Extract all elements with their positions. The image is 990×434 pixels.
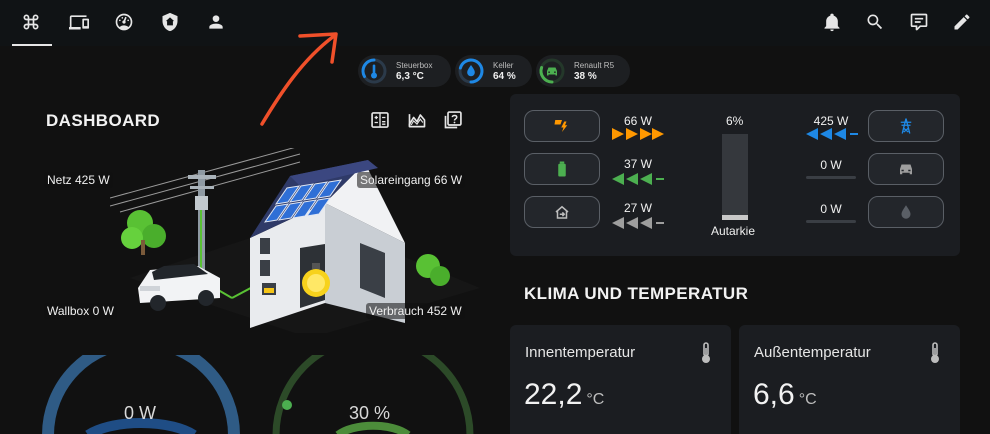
thermometer-icon (702, 342, 710, 363)
top-app-bar (0, 0, 990, 46)
tab-person[interactable] (196, 0, 236, 44)
solar-calc-button[interactable] (369, 109, 391, 131)
battery-flow-arrows (612, 173, 664, 185)
battery-flow-value: 37 W (623, 157, 652, 171)
chip-renault-r5[interactable]: Renault R5 38 % (536, 55, 630, 87)
car-icon (900, 164, 912, 175)
grid-flow-arrows (806, 128, 858, 140)
energy-chart-button[interactable] (406, 109, 428, 131)
chip-steuerbox[interactable]: Steuerbox 6,3 °C (358, 55, 451, 87)
grid-flow-value: 425 W (813, 114, 849, 128)
notifications-button[interactable] (812, 0, 852, 44)
grid-pill[interactable] (868, 110, 944, 142)
klima-section-title: KLIMA UND TEMPERATUR (524, 284, 749, 303)
thermometer-icon (361, 58, 387, 84)
solar-calc-icon (371, 112, 389, 128)
home-shield-icon (162, 12, 178, 32)
bell-icon (824, 13, 840, 32)
battery-icon (558, 161, 566, 177)
home-pill[interactable] (524, 196, 600, 228)
outdoor-temperature-value: 6,6 °C (753, 378, 817, 412)
indoor-temperature-value: 22,2 °C (524, 378, 604, 412)
solar-pill[interactable] (524, 110, 600, 142)
thermometer-icon (931, 342, 939, 363)
outdoor-temperature-card[interactable]: Außentemperatur 6,6 °C (739, 325, 960, 434)
solar-input-label: Solareingang 66 W (357, 172, 466, 188)
battery-gauge-value: 30 % (349, 403, 391, 423)
gauge-icon (115, 13, 133, 31)
dashboard-title: DASHBOARD (46, 111, 161, 130)
home-import-icon (555, 205, 569, 219)
wallbox-power-label: Wallbox 0 W (44, 303, 117, 319)
transmission-tower-icon (900, 118, 912, 134)
command-icon (23, 14, 39, 30)
autarkie-bar-fill (722, 215, 748, 220)
water-pill[interactable] (868, 196, 944, 228)
pencil-icon (954, 14, 970, 30)
indoor-temperature-card[interactable]: Innentemperatur 22,2 °C (510, 325, 731, 434)
car-flow-track (806, 176, 856, 179)
indoor-temperature-unit: °C (586, 391, 605, 408)
car-pill[interactable] (868, 153, 944, 185)
person-icon (209, 15, 223, 29)
solar-flow-arrows (612, 128, 664, 140)
chip-gauge-ring (538, 57, 566, 85)
outdoor-temperature-unit: °C (798, 391, 817, 408)
chip-value: 64 % (493, 71, 516, 82)
solar-power-icon (554, 120, 568, 132)
help-box-icon (444, 111, 462, 129)
outdoor-temperature-number: 6,6 (753, 378, 795, 411)
help-button[interactable] (442, 109, 464, 131)
devices-icon (69, 15, 89, 30)
search-button[interactable] (855, 0, 895, 44)
home-flow-arrows (612, 217, 664, 229)
car-icon (539, 58, 565, 84)
autarkie-label: Autarkie (711, 224, 756, 238)
chip-value: 6,3 °C (396, 71, 424, 82)
water-flow-value: 0 W (820, 202, 842, 216)
chip-gauge-ring (360, 57, 388, 85)
chat-icon (910, 13, 928, 31)
chip-label: Keller (493, 61, 514, 70)
indoor-temperature-label: Innentemperatur (525, 344, 636, 361)
autarkie-percent: 6% (726, 114, 744, 128)
grid-power-label: Netz 425 W (44, 172, 113, 188)
water-drop-icon (901, 205, 911, 219)
water-drop-icon (458, 58, 484, 84)
outdoor-temperature-label: Außentemperatur (754, 344, 871, 361)
indoor-temperature-number: 22,2 (524, 378, 583, 411)
tab-gauge[interactable] (104, 0, 144, 44)
chip-label: Steuerbox (396, 61, 433, 70)
chip-gauge-ring (457, 57, 485, 85)
car-flow-value: 0 W (820, 158, 842, 172)
tab-home-security[interactable] (150, 0, 190, 44)
autarkie-bar (722, 134, 748, 220)
edit-button[interactable] (942, 0, 982, 44)
water-flow-track (806, 220, 856, 223)
battery-pill[interactable] (524, 153, 600, 185)
chip-keller[interactable]: Keller 64 % (455, 55, 532, 87)
assist-button[interactable] (899, 0, 939, 44)
tab-command[interactable] (11, 0, 52, 46)
tab-devices[interactable] (59, 0, 99, 44)
chart-area-icon (408, 114, 426, 128)
chip-label: Renault R5 (574, 61, 615, 70)
consumption-label: Verbrauch 452 W (366, 303, 465, 319)
annotation-arrow (260, 32, 338, 126)
chip-value: 38 % (574, 71, 597, 82)
home-flow-value: 27 W (623, 201, 652, 215)
solar-flow-value: 66 W (623, 114, 652, 128)
wallbox-gauge-value: 0 W (124, 403, 157, 423)
search-icon (867, 14, 883, 30)
